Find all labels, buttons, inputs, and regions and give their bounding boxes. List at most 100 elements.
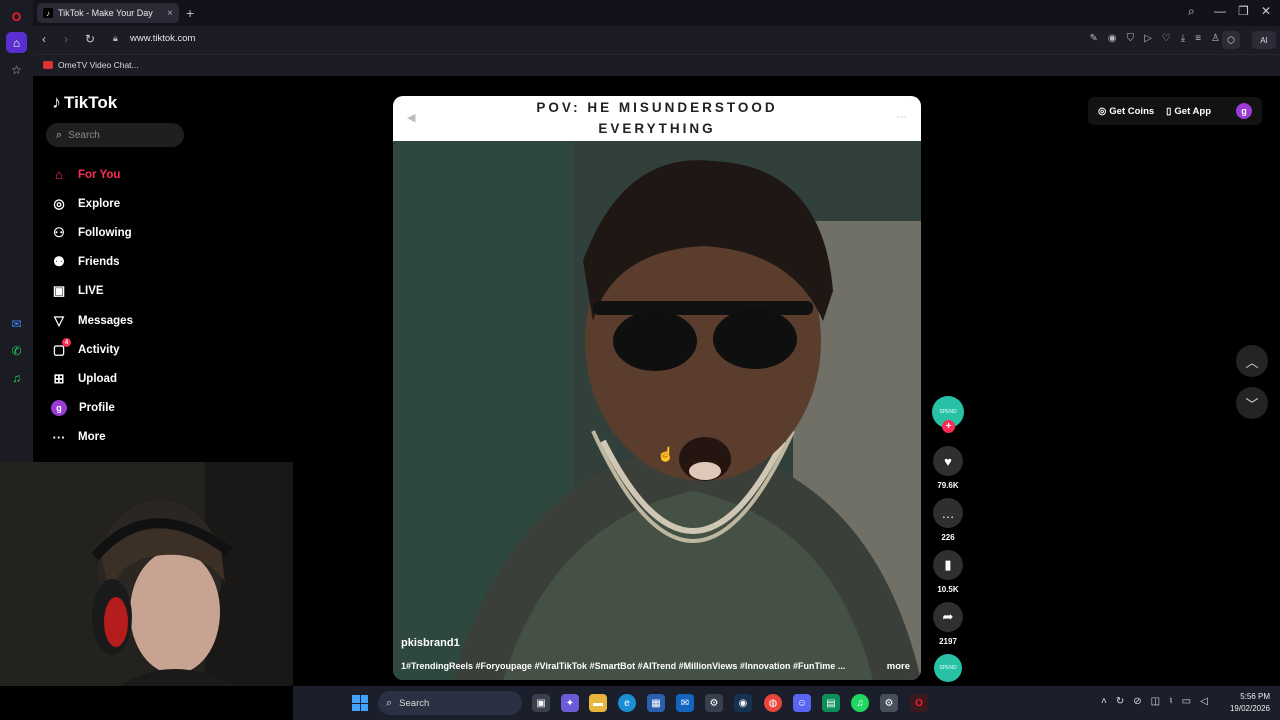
video-frame	[393, 141, 921, 680]
search-icon: ⌕	[56, 128, 63, 141]
share-action[interactable]: ➦ 2197	[931, 602, 965, 646]
creator-avatar-block[interactable]: SPEND +	[931, 396, 965, 433]
app-icon[interactable]: ▤	[822, 694, 840, 712]
maximize-icon[interactable]: ❐	[1238, 4, 1249, 18]
extensions-icon[interactable]: ⬡	[1222, 31, 1240, 49]
clock-time: 5:56 PM	[1240, 692, 1270, 701]
account-icon[interactable]: ♙	[1211, 33, 1220, 44]
task-view-icon[interactable]: ▣	[532, 694, 550, 712]
nav-explore[interactable]: ◎ Explore	[50, 189, 133, 218]
minimize-icon[interactable]: —	[1214, 4, 1226, 18]
nav-label: Upload	[78, 372, 117, 385]
sync-icon[interactable]: ↻	[1116, 696, 1124, 707]
pinboard-icon[interactable]: ☆	[6, 59, 27, 80]
nav-label: Profile	[79, 402, 115, 415]
save-action[interactable]: ▮ 10.5K	[931, 550, 965, 594]
nav-more[interactable]: ··· More	[50, 423, 133, 452]
display-icon[interactable]: ▭	[1182, 696, 1191, 707]
close-window-icon[interactable]: ✕	[1261, 4, 1271, 18]
nav-friends[interactable]: ⚉ Friends	[50, 248, 133, 277]
taskbar-search[interactable]: ⌕ Search	[378, 691, 522, 715]
outlook-icon[interactable]: ✉	[676, 694, 694, 712]
nav-activity[interactable]: ▢ 4 Activity	[50, 335, 133, 364]
microphone-icon[interactable]: ♮	[1169, 696, 1173, 707]
whatsapp-icon[interactable]: ✆	[6, 340, 27, 361]
comment-icon[interactable]: …	[933, 498, 963, 528]
coin-icon: ◎	[1098, 105, 1107, 117]
phone-icon: ▯	[1166, 105, 1172, 117]
messenger-icon[interactable]: ✉	[6, 313, 27, 334]
close-tab-icon[interactable]: ×	[167, 8, 173, 19]
spotify-taskbar-icon[interactable]: ♫	[851, 694, 869, 712]
menu-icon[interactable]: ≡	[1195, 33, 1201, 44]
tab-tiktok[interactable]: ♪ TikTok - Make Your Day ×	[37, 3, 179, 23]
nav-upload[interactable]: ⊞ Upload	[50, 364, 133, 393]
url-field[interactable]: www.tiktok.com	[130, 33, 195, 44]
file-explorer-icon[interactable]: ▬	[589, 694, 607, 712]
comment-action[interactable]: … 226	[931, 498, 965, 542]
more-button[interactable]: more	[887, 661, 910, 672]
play-icon[interactable]: ▷	[1144, 33, 1152, 44]
forward-icon[interactable]: ›	[64, 32, 68, 46]
video-caption-band: POV: HE MISUNDERSTOOD EVERYTHING	[393, 96, 921, 141]
get-coins-button[interactable]: Get Coins	[1109, 106, 1154, 117]
previous-video-button[interactable]: ︿	[1236, 345, 1268, 377]
ai-button[interactable]: AI	[1252, 31, 1276, 49]
heart-icon[interactable]: ♥	[933, 446, 963, 476]
store-icon[interactable]: ▦	[647, 694, 665, 712]
nav-messages[interactable]: ▽ Messages	[50, 306, 133, 335]
bookmark-icon[interactable]: ▮	[933, 550, 963, 580]
nav-label: Following	[78, 226, 132, 239]
nav-profile[interactable]: g Profile	[50, 394, 133, 423]
discord-icon[interactable]: ☺	[793, 694, 811, 712]
edge-icon[interactable]: e	[618, 694, 636, 712]
tiktok-logo[interactable]: ♪ TikTok	[52, 92, 117, 113]
heart-icon[interactable]: ♡	[1162, 33, 1171, 44]
comment-count: 226	[941, 533, 955, 542]
video-hashtags[interactable]: 1#TrendingReels #Foryoupage #ViralTikTok…	[401, 661, 881, 671]
screen: O ⌂ ☆ ✉ ✆ ♫ ♪ TikTok - Make Your Day × +…	[0, 0, 1280, 720]
steam-icon[interactable]: ◉	[734, 694, 752, 712]
search-tabs-icon[interactable]: ⌕	[1188, 4, 1195, 19]
video-player[interactable]: POV: HE MISUNDERSTOOD EVERYTHING ◀ ··· p…	[393, 96, 921, 680]
music-disc-icon[interactable]: SPEND	[934, 654, 962, 682]
sound-disc[interactable]: SPEND	[931, 654, 965, 682]
search-input[interactable]: ⌕ Search	[46, 123, 184, 147]
download-icon[interactable]: ⤓	[1181, 33, 1185, 44]
nav-following[interactable]: ⚇ Following	[50, 218, 133, 247]
volume-icon[interactable]: ◀	[407, 111, 415, 124]
gear-icon[interactable]: ⚙	[880, 694, 898, 712]
volume-tray-icon[interactable]: ◁	[1200, 696, 1208, 707]
app-tray-icon[interactable]: ◫	[1151, 696, 1160, 707]
nav-live[interactable]: ▣ LIVE	[50, 277, 133, 306]
nav-for-you[interactable]: ⌂ For You	[50, 160, 133, 189]
spotify-icon[interactable]: ♫	[6, 367, 27, 388]
system-clock[interactable]: 5:56 PM 19/02/2026	[1230, 691, 1270, 715]
copilot-icon[interactable]: ✦	[561, 694, 579, 712]
workspace-icon[interactable]: ⌂	[6, 32, 27, 53]
reload-icon[interactable]: ↻	[85, 32, 95, 46]
nav-label: Activity	[78, 343, 120, 356]
video-options-icon[interactable]: ···	[896, 111, 907, 123]
tab-title: TikTok - Make Your Day	[58, 8, 153, 18]
share-icon[interactable]: ➦	[933, 602, 963, 632]
opera-taskbar-icon[interactable]: O	[910, 694, 928, 712]
camera-icon[interactable]: ◉	[1108, 33, 1117, 44]
chevron-up-icon[interactable]: ˄	[1101, 696, 1107, 707]
shield-icon[interactable]: ⛉	[1127, 33, 1135, 44]
video-username[interactable]: pkisbrand1	[401, 637, 460, 649]
back-icon[interactable]: ‹	[42, 32, 46, 46]
user-avatar[interactable]: g	[1236, 103, 1252, 119]
network-off-icon[interactable]: ⊘	[1133, 696, 1141, 707]
new-tab-icon[interactable]: +	[186, 5, 194, 21]
next-video-button[interactable]: ﹀	[1236, 387, 1268, 419]
chrome-icon[interactable]: ◍	[764, 694, 782, 712]
follow-plus-icon[interactable]: +	[942, 420, 955, 433]
edit-icon[interactable]: ✎	[1089, 33, 1097, 44]
like-action[interactable]: ♥ 79.6K	[931, 446, 965, 490]
settings-app-icon[interactable]: ⚙	[705, 694, 723, 712]
opera-logo-icon[interactable]: O	[6, 6, 27, 27]
windows-start-icon[interactable]	[352, 695, 368, 711]
get-app-button[interactable]: Get App	[1174, 106, 1211, 117]
bookmark-ometv[interactable]: OmeTV Video Chat...	[43, 60, 139, 70]
